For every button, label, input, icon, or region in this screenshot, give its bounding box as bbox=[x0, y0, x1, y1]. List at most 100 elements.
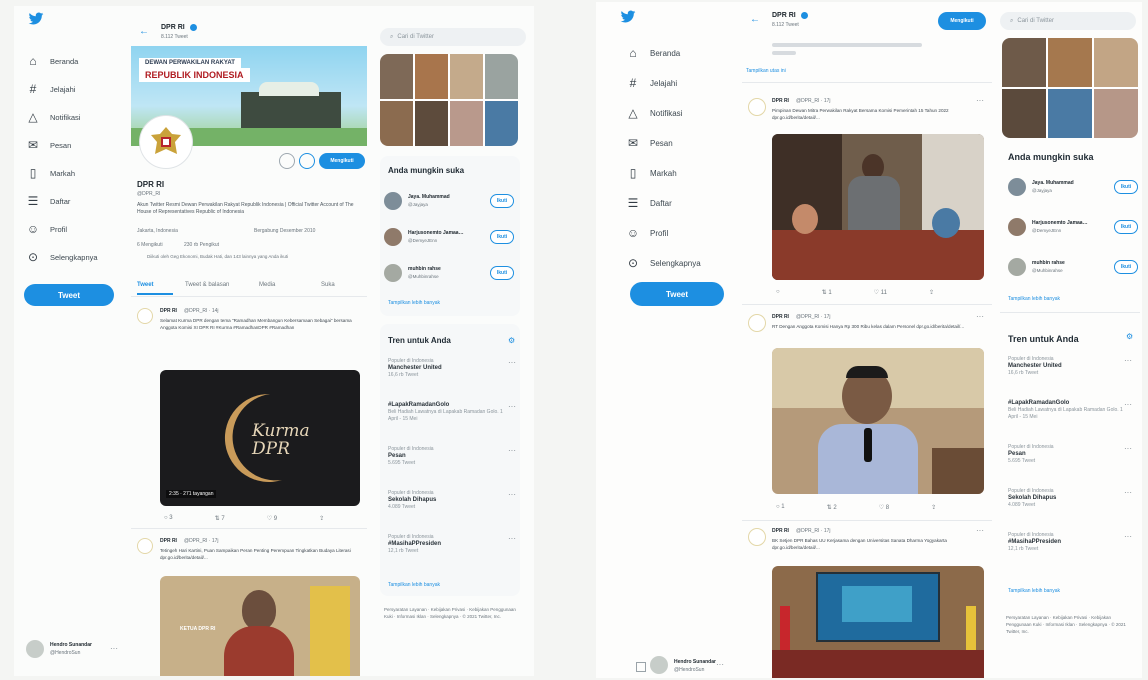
more-icon[interactable]: ··· bbox=[1124, 400, 1132, 409]
nav-item-profil[interactable]: ☺ Profil bbox=[626, 226, 668, 240]
follow-button[interactable]: Ikuti bbox=[490, 230, 514, 244]
media-thumb[interactable] bbox=[1002, 38, 1046, 87]
nav-item-daftar[interactable]: ☰ Daftar bbox=[626, 196, 672, 210]
trend-item[interactable]: #LapakRamadanGolo Beli Hadiah Lawatnya di… bbox=[1008, 400, 1126, 421]
share-icon[interactable]: ⇪ bbox=[929, 289, 934, 296]
search-input[interactable]: ⌕ Cari di Twitter bbox=[1000, 12, 1136, 30]
followed-by[interactable]: Diikuti oleh Geg Ekonomi, Budak Hati, da… bbox=[147, 254, 367, 259]
footer-links[interactable]: Persyaratan Layanan · Kebijakan Privasi … bbox=[1006, 614, 1136, 635]
tweet-avatar[interactable] bbox=[748, 528, 766, 546]
retweet-icon[interactable]: ⇅ 2 bbox=[827, 504, 837, 511]
avatar[interactable] bbox=[1008, 258, 1026, 276]
show-thread-link[interactable]: Tampilkan utas ini bbox=[746, 68, 786, 74]
tweet-author[interactable]: DPR RI bbox=[772, 528, 789, 534]
follow-button[interactable]: Ikuti bbox=[490, 266, 514, 280]
tab-media[interactable]: Media bbox=[259, 282, 321, 288]
trend-item[interactable]: Populer di Indonesia Manchester United 16,… bbox=[1008, 356, 1126, 377]
show-more-link[interactable]: Tampilkan lebih banyak bbox=[388, 300, 440, 306]
following-count[interactable]: 6 Mengikuti bbox=[137, 242, 163, 248]
more-icon[interactable]: ··· bbox=[1124, 532, 1132, 541]
nav-item-markah[interactable]: ▯ Markah bbox=[26, 166, 75, 180]
media-thumb[interactable] bbox=[1094, 38, 1138, 87]
media-thumb[interactable] bbox=[485, 101, 518, 146]
gear-icon[interactable]: ⚙ bbox=[1126, 332, 1133, 341]
reply-icon[interactable]: ○ bbox=[776, 289, 780, 296]
more-options-button[interactable] bbox=[279, 153, 295, 169]
like-icon[interactable]: ♡ 8 bbox=[879, 504, 889, 511]
tweet-avatar[interactable] bbox=[748, 314, 766, 332]
nav-item-profil[interactable]: ☺ Profil bbox=[26, 222, 67, 236]
like-icon[interactable]: ♡ 11 bbox=[874, 289, 887, 296]
trend-item[interactable]: Populer di Indonesia Manchester United 16,… bbox=[388, 358, 506, 379]
avatar[interactable] bbox=[384, 192, 402, 210]
media-thumb[interactable] bbox=[450, 54, 483, 99]
account-name[interactable]: Hendro Sunandar bbox=[50, 642, 92, 648]
more-icon[interactable]: ··· bbox=[508, 402, 516, 411]
more-icon[interactable]: ··· bbox=[110, 644, 118, 653]
trend-item[interactable]: #LapakRamadanGolo Beli Hadiah Lawatnya di… bbox=[388, 402, 506, 423]
follow-button[interactable]: Ikuti bbox=[1114, 220, 1138, 234]
suggestion-name[interactable]: Jaya. Muhammad bbox=[408, 194, 450, 200]
media-thumb[interactable] bbox=[1048, 89, 1092, 138]
tweet-author[interactable]: DPR RI bbox=[772, 314, 789, 320]
reply-icon[interactable]: ○ 1 bbox=[776, 504, 785, 511]
media-grid[interactable] bbox=[380, 54, 518, 146]
nav-item-jelajahi[interactable]: # Jelajahi bbox=[26, 82, 76, 96]
reply-icon[interactable]: ○ 3 bbox=[164, 515, 173, 522]
twitter-logo-icon[interactable] bbox=[620, 10, 636, 24]
more-icon[interactable]: ··· bbox=[976, 96, 984, 105]
suggestion-name[interactable]: muhbin rahse bbox=[408, 266, 441, 272]
media-thumb[interactable] bbox=[415, 54, 448, 99]
tweet-author[interactable]: DPR RI bbox=[160, 538, 177, 544]
notification-bell-button[interactable] bbox=[299, 153, 315, 169]
more-icon[interactable]: ··· bbox=[716, 660, 724, 669]
more-icon[interactable]: ··· bbox=[976, 312, 984, 321]
avatar[interactable] bbox=[1008, 218, 1026, 236]
more-icon[interactable]: ··· bbox=[1124, 488, 1132, 497]
avatar[interactable] bbox=[26, 640, 44, 658]
nav-item-pesan[interactable]: ✉ Pesan bbox=[626, 136, 673, 150]
suggestion-name[interactable]: Jaya. Muhammad bbox=[1032, 180, 1074, 186]
gear-icon[interactable]: ⚙ bbox=[508, 336, 515, 345]
trend-item[interactable]: Populer di Indonesia Sekolah Dihapus 4.089… bbox=[388, 490, 506, 511]
trend-item[interactable]: Populer di Indonesia Pesan 5.695 Tweet bbox=[1008, 444, 1126, 465]
followers-count[interactable]: 230 rb Pengikut bbox=[184, 242, 219, 248]
more-icon[interactable]: ··· bbox=[508, 358, 516, 367]
tab-tweet[interactable]: Tweet bbox=[137, 282, 185, 288]
nav-item-beranda[interactable]: ⌂ Beranda bbox=[26, 54, 78, 68]
avatar[interactable] bbox=[384, 264, 402, 282]
media-thumb[interactable] bbox=[1094, 89, 1138, 138]
minimize-icon[interactable] bbox=[636, 662, 646, 672]
trend-item[interactable]: Populer di Indonesia Pesan 5.695 Tweet bbox=[388, 446, 506, 467]
media-thumb[interactable] bbox=[380, 54, 413, 99]
suggestion-name[interactable]: Harjusonemto Jamaa… bbox=[408, 230, 464, 236]
media-thumb[interactable] bbox=[380, 101, 413, 146]
trend-item[interactable]: Populer di Indonesia Sekolah Dihapus 4.089… bbox=[1008, 488, 1126, 509]
nav-item-notifikasi[interactable]: △ Notifikasi bbox=[626, 106, 682, 120]
media-thumb[interactable] bbox=[485, 54, 518, 99]
account-name[interactable]: Hendro Sunandar bbox=[674, 659, 716, 665]
tweet-button[interactable]: Tweet bbox=[630, 282, 724, 306]
following-button[interactable]: Mengikuti bbox=[938, 12, 986, 30]
back-arrow-icon[interactable]: ← bbox=[750, 14, 760, 25]
tweet-image[interactable]: KETUA DPR RI bbox=[160, 576, 360, 676]
retweet-icon[interactable]: ⇅ 1 bbox=[822, 289, 832, 296]
trend-item[interactable]: Populer di Indonesia #MasihaPPresiden 12,1… bbox=[388, 534, 506, 555]
trend-item[interactable]: Populer di Indonesia #MasihaPPresiden 12,1… bbox=[1008, 532, 1126, 553]
tweet-author[interactable]: DPR RI bbox=[772, 98, 789, 104]
nav-item-pesan[interactable]: ✉ Pesan bbox=[26, 138, 71, 152]
suggestion-name[interactable]: muhbin rahse bbox=[1032, 260, 1065, 266]
media-thumb[interactable] bbox=[1002, 89, 1046, 138]
following-button[interactable]: Mengikuti bbox=[319, 153, 365, 169]
nav-item-beranda[interactable]: ⌂ Beranda bbox=[626, 46, 680, 60]
more-icon[interactable]: ··· bbox=[1124, 356, 1132, 365]
tab-likes[interactable]: Suka bbox=[321, 282, 361, 288]
media-grid[interactable] bbox=[1002, 38, 1138, 138]
tweet-image[interactable] bbox=[772, 134, 984, 280]
more-icon[interactable]: ··· bbox=[1124, 444, 1132, 453]
follow-button[interactable]: Ikuti bbox=[1114, 260, 1138, 274]
follow-button[interactable]: Ikuti bbox=[1114, 180, 1138, 194]
avatar[interactable] bbox=[650, 656, 668, 674]
tab-tweet-replies[interactable]: Tweet & balasan bbox=[185, 282, 259, 288]
nav-item-jelajahi[interactable]: # Jelajahi bbox=[626, 76, 677, 90]
